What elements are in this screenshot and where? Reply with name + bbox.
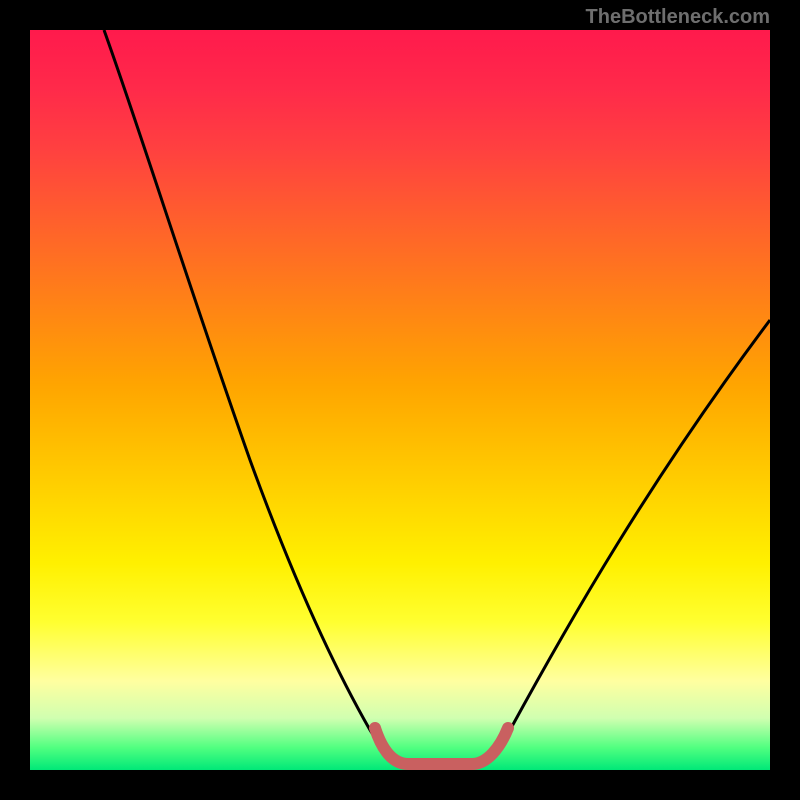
- bottleneck-curve-path: [104, 30, 770, 765]
- plot-area: [30, 30, 770, 770]
- curves-svg: [30, 30, 770, 770]
- watermark-text: TheBottleneck.com: [586, 6, 770, 29]
- chart-container: TheBottleneck.com: [0, 0, 800, 800]
- optimal-range-path: [375, 728, 508, 764]
